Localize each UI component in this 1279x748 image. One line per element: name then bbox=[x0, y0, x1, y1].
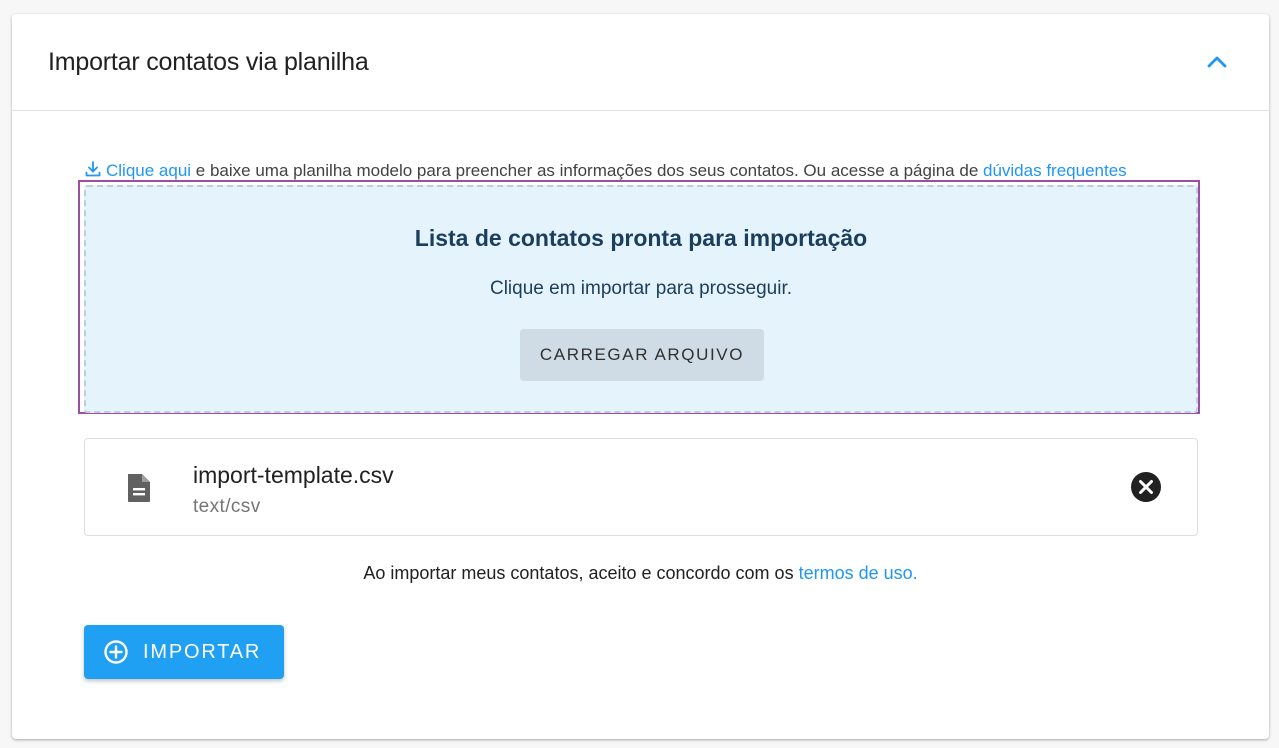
file-name: import-template.csv bbox=[193, 462, 394, 488]
import-button-label: IMPORTAR bbox=[143, 640, 262, 663]
close-circle-icon[interactable] bbox=[1130, 471, 1162, 503]
upload-file-button[interactable]: CARREGAR ARQUIVO bbox=[520, 329, 764, 381]
chevron-up-icon bbox=[1207, 56, 1227, 68]
selected-file-card: import-template.csv text/csv bbox=[84, 438, 1198, 536]
terms-of-use-link[interactable]: termos de uso. bbox=[799, 563, 918, 583]
download-template-link-text: Clique aqui bbox=[106, 161, 192, 180]
terms-text: Ao importar meus contatos, aceito e conc… bbox=[363, 563, 799, 583]
collapse-button[interactable] bbox=[1200, 48, 1234, 76]
file-dropzone[interactable]: Lista de contatos pronta para importação… bbox=[84, 185, 1198, 413]
import-button[interactable]: IMPORTAR bbox=[84, 625, 284, 679]
plus-circle-icon bbox=[104, 640, 128, 664]
template-download-info: Clique aqui e baixe uma planilha modelo … bbox=[84, 160, 1127, 182]
panel-header[interactable]: Importar contatos via planilha bbox=[12, 14, 1269, 111]
faq-link[interactable]: dúvidas frequentes bbox=[983, 161, 1127, 180]
dropzone-subtitle: Clique em importar para prosseguir. bbox=[489, 278, 793, 299]
download-icon bbox=[85, 161, 101, 177]
terms-notice: Ao importar meus contatos, aceito e conc… bbox=[12, 563, 1269, 584]
panel-title: Importar contatos via planilha bbox=[48, 48, 369, 76]
import-contacts-panel: Importar contatos via planilha Clique aq… bbox=[12, 14, 1269, 739]
file-document-icon bbox=[128, 474, 150, 502]
dropzone-title: Lista de contatos pronta para importação bbox=[414, 225, 868, 251]
info-text: e baixe uma planilha modelo para preench… bbox=[191, 161, 983, 180]
file-type: text/csv bbox=[193, 496, 261, 517]
download-template-link[interactable]: Clique aqui bbox=[84, 161, 191, 180]
